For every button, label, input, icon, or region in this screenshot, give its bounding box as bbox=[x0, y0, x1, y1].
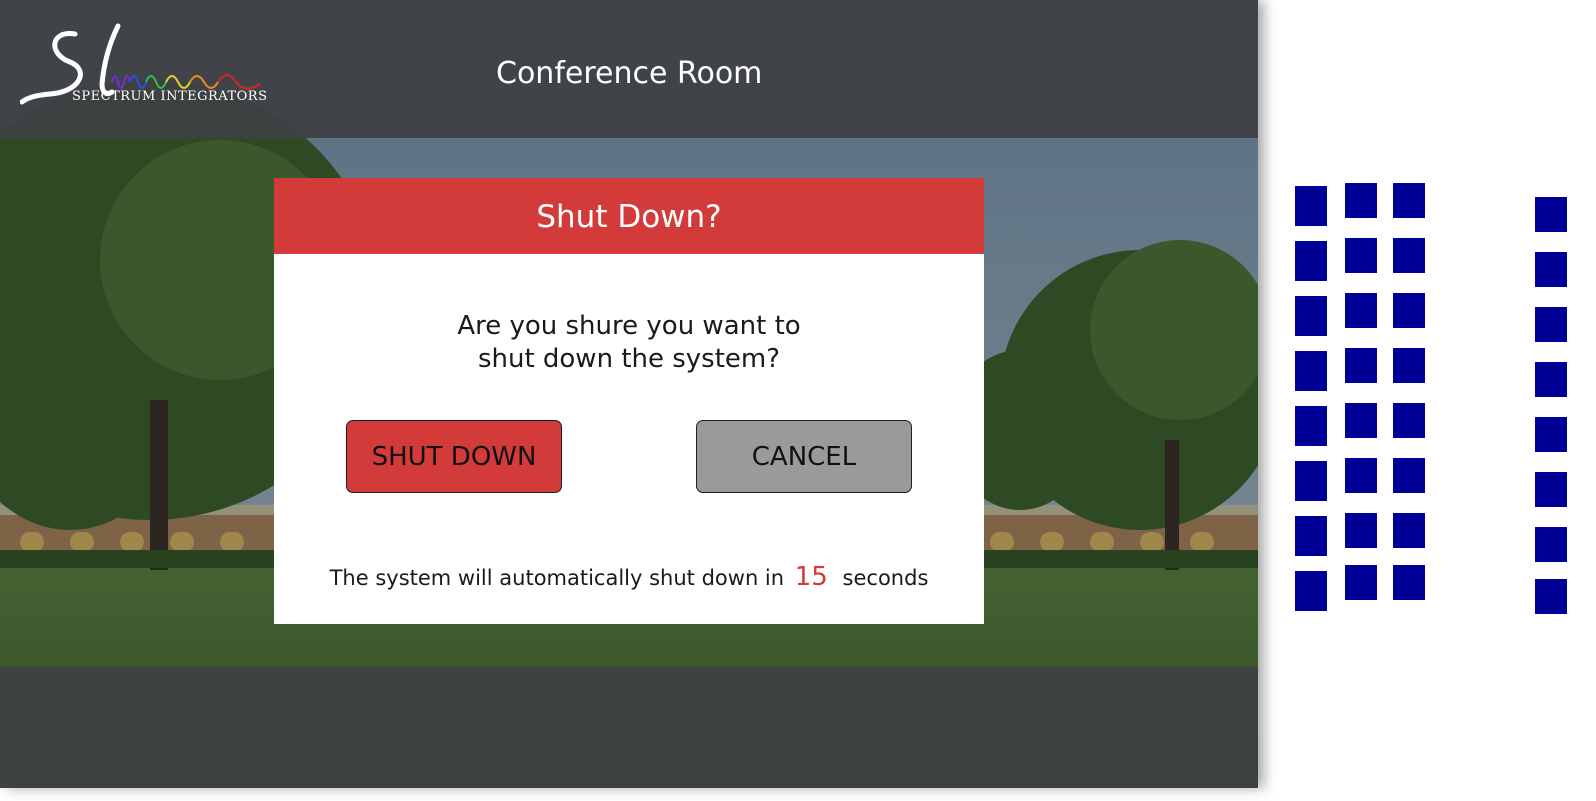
side-button-c2-r5[interactable] bbox=[1345, 403, 1377, 438]
dialog-message-line-2: shut down the system? bbox=[477, 344, 781, 374]
dialog-title: Shut Down? bbox=[274, 178, 984, 254]
countdown-prefix: The system will automatically shut down … bbox=[329, 566, 785, 590]
side-button-c3-r3[interactable] bbox=[1393, 293, 1425, 328]
countdown-suffix: seconds bbox=[842, 566, 929, 590]
footer-bar bbox=[0, 667, 1258, 788]
side-button-c3-r7[interactable] bbox=[1393, 513, 1425, 548]
shut-down-button-label: SHUT DOWN bbox=[371, 441, 537, 472]
side-button-c2-r6[interactable] bbox=[1345, 458, 1377, 493]
side-button-c3-r8[interactable] bbox=[1393, 565, 1425, 600]
shut-down-button[interactable]: SHUT DOWN bbox=[346, 420, 562, 493]
header-bar: SPECTRUM INTEGRATORS Conference Room bbox=[0, 0, 1258, 138]
side-button-c4-r4[interactable] bbox=[1535, 362, 1567, 397]
side-button-c1-r7[interactable] bbox=[1295, 516, 1327, 556]
auto-shutdown-countdown: The system will automatically shut down … bbox=[274, 562, 984, 592]
side-button-c4-r3[interactable] bbox=[1535, 307, 1567, 342]
side-button-c2-r1[interactable] bbox=[1345, 183, 1377, 218]
side-button-c2-r8[interactable] bbox=[1345, 565, 1377, 600]
side-button-c1-r5[interactable] bbox=[1295, 406, 1327, 446]
dialog-message-line-1: Are you shure you want to bbox=[457, 311, 801, 341]
logo-wordmark: SPECTRUM INTEGRATORS bbox=[72, 89, 268, 104]
side-button-c3-r4[interactable] bbox=[1393, 348, 1425, 383]
side-button-c1-r8[interactable] bbox=[1295, 571, 1327, 611]
side-button-c4-r1[interactable] bbox=[1535, 197, 1567, 232]
room-title: Conference Room bbox=[496, 56, 763, 91]
touch-panel-screen: SPECTRUM INTEGRATORS Conference Room Shu… bbox=[0, 0, 1258, 788]
side-button-c3-r5[interactable] bbox=[1393, 403, 1425, 438]
cancel-button-label: CANCEL bbox=[751, 441, 857, 472]
side-button-c3-r6[interactable] bbox=[1393, 458, 1425, 493]
dialog-message: Are you shure you want to shut down the … bbox=[274, 310, 984, 376]
side-button-c1-r2[interactable] bbox=[1295, 241, 1327, 281]
side-button-c1-r6[interactable] bbox=[1295, 461, 1327, 501]
side-button-c4-r5[interactable] bbox=[1535, 417, 1567, 452]
side-button-c1-r4[interactable] bbox=[1295, 351, 1327, 391]
side-button-c4-r6[interactable] bbox=[1535, 472, 1567, 507]
countdown-seconds-value: 15 bbox=[794, 562, 828, 592]
side-button-c1-r3[interactable] bbox=[1295, 296, 1327, 336]
cancel-button[interactable]: CANCEL bbox=[696, 420, 912, 493]
side-button-c2-r7[interactable] bbox=[1345, 513, 1377, 548]
shutdown-dialog: Shut Down? Are you shure you want to shu… bbox=[274, 178, 984, 624]
side-button-c2-r3[interactable] bbox=[1345, 293, 1377, 328]
side-button-c4-r7[interactable] bbox=[1535, 527, 1567, 562]
side-button-c3-r1[interactable] bbox=[1393, 183, 1425, 218]
side-button-c4-r2[interactable] bbox=[1535, 252, 1567, 287]
side-button-c1-r1[interactable] bbox=[1295, 186, 1327, 226]
side-button-c4-r8[interactable] bbox=[1535, 579, 1567, 614]
side-button-c2-r4[interactable] bbox=[1345, 348, 1377, 383]
side-button-c3-r2[interactable] bbox=[1393, 238, 1425, 273]
side-button-c2-r2[interactable] bbox=[1345, 238, 1377, 273]
